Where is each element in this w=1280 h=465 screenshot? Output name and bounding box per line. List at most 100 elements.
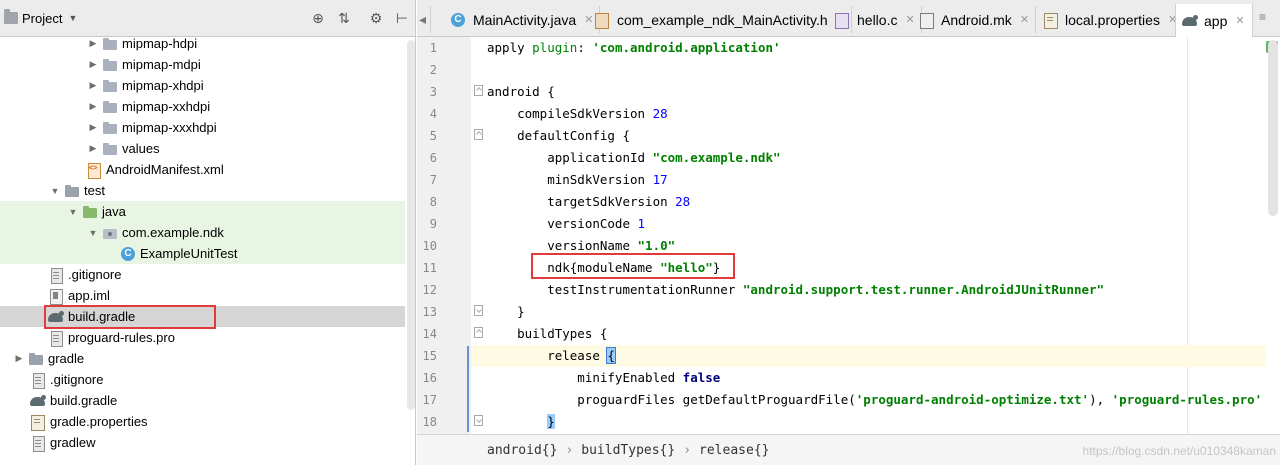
line-number: 15 [422,349,437,363]
line-number: 11 [422,261,437,275]
tree-item-label: .gitignore [68,267,122,282]
tab-app[interactable]: app ✕ [1175,4,1253,37]
fold-collapse-icon[interactable] [474,327,483,338]
tree-item-label: build.gradle [50,393,118,408]
more-tabs-icon[interactable]: ≡ [1259,10,1266,24]
project-view-selector[interactable]: Project [22,11,62,26]
tree-item-build-gradle-root[interactable]: build.gradle [0,390,405,411]
tree-item-mipmap-xxxhdpi[interactable]: ▶ mipmap-xxxhdpi [0,117,405,138]
tree-item-gradlew[interactable]: gradlew [0,432,405,453]
chevron-down-icon[interactable]: ▼ [86,228,100,238]
tab-hello-c[interactable]: hello.c ✕ [829,6,922,33]
makefile-icon [919,12,935,29]
tree-item-build-gradle-app[interactable]: build.gradle [0,306,405,327]
fold-collapse-icon[interactable] [474,129,483,140]
chevron-right-icon[interactable]: ▶ [86,38,100,49]
chevron-down-icon[interactable]: ▼ [68,13,77,23]
tab-android-mk[interactable]: Android.mk ✕ [913,6,1037,33]
code-line-7[interactable]: minSdkVersion 17 [487,169,667,191]
tree-item-mipmap-hdpi[interactable]: ▶ mipmap-hdpi [0,33,405,54]
properties-file-icon [30,414,46,431]
tree-item-label: gradlew [50,435,96,450]
code-line-1[interactable]: apply plugin: 'com.android.application' [487,37,781,59]
line-number-gutter: 1 2 3 4 5 6 7 8 9 10 11 12 13 14 15 16 1… [417,37,471,435]
tree-item-label: ExampleUnitTest [140,246,238,261]
gradle-icon [48,310,64,324]
chevron-down-icon[interactable]: ▼ [48,186,62,196]
fold-expand-icon[interactable] [474,415,483,426]
code-line-13[interactable]: } [487,301,525,323]
tree-item-label: test [84,183,105,198]
gear-icon[interactable]: ⚙ [367,9,385,27]
fold-expand-icon[interactable] [474,305,483,316]
locate-target-icon[interactable]: ⊕ [309,9,327,27]
code-line-5[interactable]: defaultConfig { [487,125,630,147]
code-line-12[interactable]: testInstrumentationRunner "android.suppo… [487,279,1104,301]
breadcrumb-item[interactable]: buildTypes{} [581,443,675,458]
tree-item-proguard-rules[interactable]: proguard-rules.pro [0,327,405,348]
project-tree-scrollbar[interactable] [407,40,415,410]
editor-scrollbar[interactable] [1268,40,1278,216]
tree-item-android-manifest[interactable]: AndroidManifest.xml [0,159,405,180]
hide-panel-icon[interactable]: ⊢ [393,9,411,27]
close-icon[interactable]: ✕ [1235,14,1244,27]
tree-item-label: gradle.properties [50,414,148,429]
chevron-right-icon[interactable]: ▶ [86,80,100,91]
code-line-6[interactable]: applicationId "com.example.ndk" [487,147,780,169]
tab-label: hello.c [857,11,898,28]
tree-item-mipmap-mdpi[interactable]: ▶ mipmap-mdpi [0,54,405,75]
code-line-15[interactable]: release { [471,345,1266,367]
code-line-3[interactable]: android { [487,81,555,103]
tree-item-gitignore-root[interactable]: .gitignore [0,369,405,390]
tree-item-package[interactable]: ▼ com.example.ndk [0,222,405,243]
tree-item-test[interactable]: ▼ test [0,180,405,201]
collapse-all-icon[interactable]: ⇅ [335,9,353,27]
tree-item-mipmap-xxhdpi[interactable]: ▶ mipmap-xxhdpi [0,96,405,117]
code-line-18[interactable]: } [487,411,555,433]
change-marker [467,346,469,432]
chevron-right-icon[interactable]: ▶ [12,353,26,364]
tree-item-gitignore[interactable]: .gitignore [0,264,405,285]
tree-item-label: mipmap-xxhdpi [122,99,211,114]
tree-item-gradle[interactable]: ▶ gradle [0,348,405,369]
package-icon [102,226,118,240]
line-number: 2 [429,63,437,77]
tree-item-example-unit-test[interactable]: ExampleUnitTest [0,243,405,264]
code-line-8[interactable]: targetSdkVersion 28 [487,191,690,213]
line-number: 18 [422,415,437,429]
code-line-17[interactable]: proguardFiles getDefaultProguardFile('pr… [487,389,1262,411]
fold-collapse-icon[interactable] [474,85,483,96]
chevron-right-icon[interactable]: ▶ [86,122,100,133]
chevron-right-icon[interactable]: ▶ [86,59,100,70]
code-line-4[interactable]: compileSdkVersion 28 [487,103,668,125]
chevron-right-icon[interactable]: ▶ [86,101,100,112]
text-file-icon [30,435,46,452]
tree-item-label: AndroidManifest.xml [106,162,224,177]
tree-item-values[interactable]: ▶ values [0,138,405,159]
tree-item-mipmap-xhdpi[interactable]: ▶ mipmap-xhdpi [0,75,405,96]
tab-overflow-left[interactable]: ◂ [417,6,431,33]
tab-main-activity[interactable]: MainActivity.java ✕ [445,6,601,33]
text-file-icon [30,372,46,389]
gradle-icon [1182,14,1198,28]
chevron-down-icon[interactable]: ▼ [66,207,80,217]
code-line-16[interactable]: minifyEnabled false [487,367,720,389]
close-icon[interactable]: ✕ [1020,13,1029,26]
tree-item-label: mipmap-mdpi [122,57,201,72]
chevron-right-icon[interactable]: ▶ [86,143,100,154]
breadcrumb-item[interactable]: android{} [487,443,557,458]
code-line-10[interactable]: versionName "1.0" [487,235,675,257]
tree-item-gradle-properties[interactable]: gradle.properties [0,411,405,432]
breadcrumb-item[interactable]: release{} [699,443,769,458]
project-panel: Project ▼ ⊕ ⇅ ⚙ ⊢ ▶ mipmap-hdpi ▶ mipmap… [0,0,416,465]
tree-item-app-iml[interactable]: app.iml [0,285,405,306]
code-line-9[interactable]: versionCode 1 [487,213,645,235]
tree-item-java[interactable]: ▼ java [0,201,405,222]
code-line-14[interactable]: buildTypes { [487,323,607,345]
tab-local-properties[interactable]: local.properties ✕ [1037,6,1185,33]
tab-header-file[interactable]: com_example_ndk_MainActivity.h ✕ [589,6,852,33]
folder-icon [102,37,118,51]
code-line-11[interactable]: ndk{moduleName "hello"} [487,257,720,279]
tab-label: local.properties [1065,11,1160,28]
line-number: 1 [429,41,437,55]
